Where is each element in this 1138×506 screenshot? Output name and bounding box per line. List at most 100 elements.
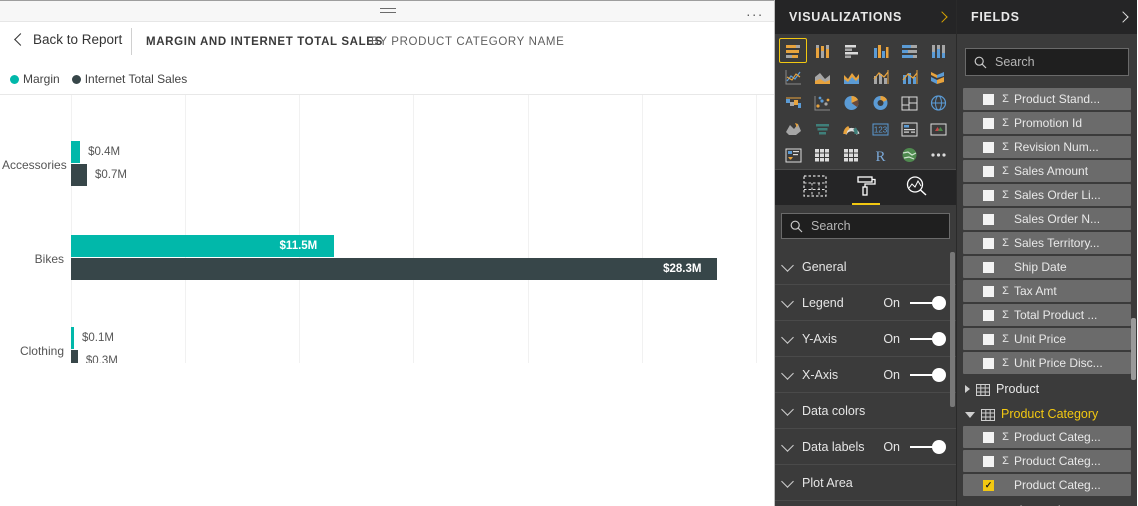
visual-type-donut-chart[interactable] (866, 90, 894, 115)
field-item[interactable]: ΣProduct Categ... (963, 474, 1131, 496)
visual-type-stacked-column-chart[interactable] (808, 38, 836, 63)
field-checkbox[interactable] (983, 142, 994, 153)
format-section-legend[interactable]: LegendOn (775, 285, 956, 321)
visual-type-area-chart[interactable] (808, 64, 836, 89)
field-checkbox[interactable] (983, 480, 994, 491)
field-item[interactable]: ΣSales Territory... (963, 232, 1131, 254)
chart-bar[interactable] (71, 141, 80, 163)
field-checkbox[interactable] (983, 214, 994, 225)
format-toggle-switch[interactable] (910, 332, 946, 346)
format-tab[interactable] (846, 171, 886, 205)
format-section-data-colors[interactable]: Data colors (775, 393, 956, 429)
field-checkbox[interactable] (983, 118, 994, 129)
visual-type-scatter-chart[interactable] (808, 90, 836, 115)
visual-type-line-chart[interactable] (779, 64, 807, 89)
field-item[interactable]: ΣPromotion Id (963, 112, 1131, 134)
field-checkbox[interactable] (983, 456, 994, 467)
magnifier-chart-icon (905, 175, 929, 202)
field-item[interactable]: ΣSales Order N... (963, 208, 1131, 230)
drag-grip-icon[interactable] (380, 8, 396, 15)
fields-search-input[interactable]: Search (965, 48, 1129, 76)
field-item[interactable]: ΣTotal Product ... (963, 304, 1131, 326)
format-toggle-switch[interactable] (910, 368, 946, 382)
field-checkbox[interactable] (983, 358, 994, 369)
visual-type-stacked-bar-chart[interactable] (779, 38, 807, 63)
expand-arrow-icon[interactable] (965, 385, 970, 393)
visual-type-map-chart[interactable] (924, 90, 952, 115)
format-toggle-switch[interactable] (910, 296, 946, 310)
chevron-right-icon[interactable] (1117, 11, 1128, 22)
field-item[interactable]: ΣSales Amount (963, 160, 1131, 182)
field-label: Sales Order Li... (1014, 188, 1101, 202)
chevron-right-icon[interactable] (936, 11, 947, 22)
format-search-input[interactable]: Search (781, 213, 950, 239)
format-section-data-labels[interactable]: Data labelsOn (775, 429, 956, 465)
more-options-icon[interactable]: ... (746, 6, 764, 16)
visual-type-matrix-visual[interactable] (837, 142, 865, 167)
visual-type-filled-map-chart[interactable] (779, 116, 807, 141)
chart-bar[interactable] (71, 258, 717, 280)
fields-table-product-category[interactable]: Product Category (957, 401, 1137, 426)
fields-table-product-subcategory[interactable]: Product Subcategory (957, 498, 1137, 506)
format-section-plot-area[interactable]: Plot Area (775, 465, 956, 501)
bar-data-label: $0.4M (88, 146, 120, 158)
field-checkbox[interactable] (983, 94, 994, 105)
visual-type-multi-row-card[interactable] (895, 116, 923, 141)
field-item[interactable]: ΣProduct Categ... (963, 426, 1131, 448)
visual-type-treemap-chart[interactable] (895, 90, 923, 115)
visual-type-clustered-column-chart[interactable] (866, 38, 894, 63)
visual-type-line-stacked-column-chart[interactable] (866, 64, 894, 89)
field-item[interactable]: ΣTax Amt (963, 280, 1131, 302)
field-checkbox[interactable] (983, 262, 994, 273)
field-item[interactable]: ΣUnit Price (963, 328, 1131, 350)
format-toggle-switch[interactable] (910, 440, 946, 454)
visual-type-ribbon-chart[interactable] (924, 64, 952, 89)
field-checkbox[interactable] (983, 166, 994, 177)
visual-type-stacked-area-chart[interactable] (837, 64, 865, 89)
back-to-report-label: Back to Report (33, 32, 122, 47)
field-item[interactable]: ΣSales Order Li... (963, 184, 1131, 206)
field-item[interactable]: ΣProduct Stand... (963, 88, 1131, 110)
back-to-report-button[interactable]: Back to Report (16, 32, 122, 47)
visual-type-waterfall-chart[interactable] (779, 90, 807, 115)
visual-type-100-stacked-bar-chart[interactable] (895, 38, 923, 63)
expand-arrow-icon[interactable] (965, 412, 975, 418)
field-checkbox[interactable] (983, 190, 994, 201)
fields-pane: FIELDS Search ΣProduct Stand...ΣPromotio… (956, 0, 1137, 506)
chart-bar[interactable] (71, 327, 74, 349)
field-item[interactable]: ΣProduct Categ... (963, 450, 1131, 472)
visual-type-100-stacked-column-chart[interactable] (924, 38, 952, 63)
format-section-y-axis[interactable]: Y-AxisOn (775, 321, 956, 357)
field-checkbox[interactable] (983, 310, 994, 321)
visual-type-table-visual[interactable] (808, 142, 836, 167)
visual-type-pie-chart[interactable] (837, 90, 865, 115)
field-checkbox[interactable] (983, 334, 994, 345)
visual-type-funnel-chart[interactable] (808, 116, 836, 141)
format-section-general[interactable]: General (775, 249, 956, 285)
visual-type-gauge-chart[interactable] (837, 116, 865, 141)
field-checkbox[interactable] (983, 286, 994, 297)
visual-type-more-visuals[interactable] (924, 142, 952, 167)
legend-item[interactable]: Margin (10, 72, 60, 86)
legend-item[interactable]: Internet Total Sales (72, 72, 188, 86)
analytics-tab[interactable] (897, 171, 937, 205)
visual-type-card-visual[interactable]: 123 (866, 116, 894, 141)
fields-tab[interactable] (795, 171, 835, 205)
fields-list-scrollbar[interactable] (1131, 318, 1136, 380)
visual-type-clustered-bar-chart[interactable] (837, 38, 865, 63)
field-item[interactable]: ΣShip Date (963, 256, 1131, 278)
chart-bar[interactable] (71, 164, 87, 186)
visual-type-kpi-visual[interactable] (924, 116, 952, 141)
format-list-scrollbar[interactable] (950, 252, 955, 407)
field-label: Sales Amount (1014, 164, 1088, 178)
field-checkbox[interactable] (983, 432, 994, 443)
visual-type-r-script-visual[interactable]: R (866, 142, 894, 167)
visual-type-line-clustered-column-chart[interactable] (895, 64, 923, 89)
visual-type-arcgis-map[interactable] (895, 142, 923, 167)
fields-table-product[interactable]: Product (957, 376, 1137, 401)
field-item[interactable]: ΣRevision Num... (963, 136, 1131, 158)
field-item[interactable]: ΣUnit Price Disc... (963, 352, 1131, 374)
visual-type-slicer-visual[interactable] (779, 142, 807, 167)
format-section-x-axis[interactable]: X-AxisOn (775, 357, 956, 393)
field-checkbox[interactable] (983, 238, 994, 249)
